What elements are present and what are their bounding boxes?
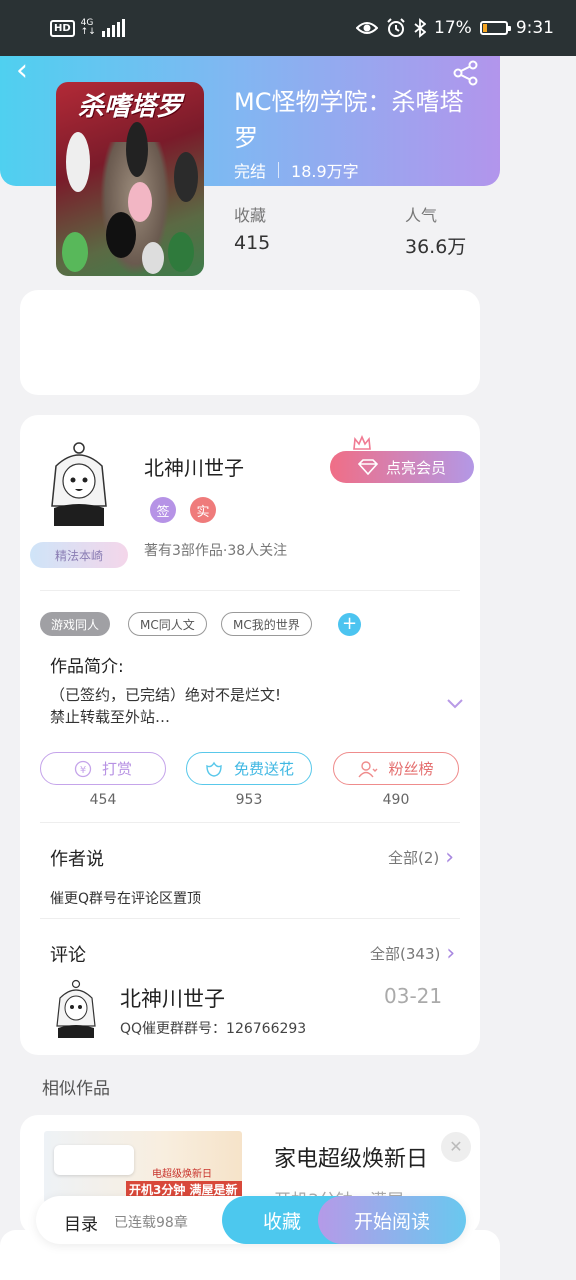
ad-image[interactable]: 电超级焕新日 开机3分钟 满屋是新风: [44, 1131, 242, 1203]
intro-line: （已签约，已完结）绝对不是烂文!: [50, 686, 282, 704]
author-says-more-label: 全部(2): [388, 849, 440, 867]
svg-text:¥: ¥: [80, 765, 86, 776]
status-bar: HD 4G ↑↓ 17% 9:31: [0, 0, 576, 56]
cover-figure: [62, 232, 88, 272]
add-tag-plus-icon[interactable]: +: [338, 613, 361, 636]
send-flower-button[interactable]: 免费送花: [186, 752, 312, 785]
commenter-avatar[interactable]: [52, 978, 100, 1038]
book-title: MC怪物学院：杀嗜塔罗: [234, 88, 464, 152]
intro-text[interactable]: （已签约，已完结）绝对不是烂文! 禁止转载至外站…: [50, 684, 430, 728]
tag-mc-minecraft[interactable]: MC我的世界: [221, 612, 312, 636]
divider: [40, 590, 460, 591]
tag-game-fanfic[interactable]: 游戏同人: [40, 612, 111, 636]
book-cover-image[interactable]: 杀嗜塔罗: [56, 82, 204, 276]
bluetooth-icon: [414, 18, 427, 38]
toc-button[interactable]: 目录: [64, 1210, 98, 1235]
author-works-summary: 著有3部作品·38人关注: [144, 543, 288, 559]
author-name[interactable]: 北神川世子: [144, 452, 244, 481]
flower-icon: [206, 761, 222, 777]
favorites-value: 415: [234, 232, 271, 254]
status-right: 17% 9:31: [356, 18, 554, 38]
author-avatar[interactable]: [44, 436, 114, 526]
cover-figure: [168, 232, 194, 272]
comments-more-label: 全部(343): [370, 945, 441, 963]
battery-percent: 17%: [434, 18, 472, 38]
vip-button[interactable]: 点亮会员: [330, 451, 474, 483]
start-reading-label: 开始阅读: [353, 1210, 430, 1233]
signed-badge: 签: [150, 497, 176, 523]
tip-count: 454: [89, 792, 117, 808]
cover-title: 杀嗜塔罗: [77, 92, 182, 122]
back-arrow-icon[interactable]: ‹: [16, 56, 44, 86]
chevron-right-icon: ›: [446, 940, 456, 966]
crown-icon: [353, 435, 371, 450]
commenter-name[interactable]: 北神川世子: [120, 983, 225, 1013]
fan-ranking-button[interactable]: 粉丝榜: [333, 752, 459, 785]
cover-figure: [66, 132, 90, 192]
start-reading-button[interactable]: 开始阅读: [318, 1196, 466, 1244]
comments-heading: 评论: [50, 945, 86, 966]
close-icon[interactable]: ✕: [441, 1132, 471, 1162]
chevron-right-icon: ›: [445, 844, 455, 870]
divider: [40, 822, 460, 823]
cover-figure: [142, 242, 164, 274]
fan-count: 490: [382, 792, 410, 808]
popularity-label: 人气: [405, 206, 438, 225]
signal-icon: [101, 19, 125, 37]
serial-status: 已连载98章: [114, 1215, 188, 1231]
author-title-tag: 精法本崎: [30, 542, 128, 568]
chevron-down-icon[interactable]: [446, 698, 464, 710]
comment-text[interactable]: QQ催更群群号：126766293: [120, 1018, 306, 1038]
send-flower-label: 免费送花: [233, 760, 294, 778]
meta-divider: [278, 162, 280, 178]
intro-line: 禁止转载至外站…: [50, 708, 171, 726]
divider: [40, 918, 460, 919]
alarm-icon: [387, 18, 405, 37]
air-conditioner-graphic: [54, 1145, 134, 1175]
word-count: 18.9万字: [291, 162, 359, 181]
hd-icon: HD: [50, 19, 75, 37]
ad-image-caption: 电超级焕新日: [152, 1169, 212, 1180]
vip-button-label: 点亮会员: [385, 458, 446, 477]
cover-figure: [106, 212, 136, 258]
eye-icon: [356, 22, 379, 34]
fan-ranking-label: 粉丝榜: [388, 760, 434, 778]
status-left: HD 4G ↑↓: [50, 19, 125, 37]
cover-figure: [128, 182, 152, 222]
yen-icon: ¥: [74, 760, 92, 777]
tag-mc-fanfic[interactable]: MC同人文: [128, 612, 207, 636]
tip-button[interactable]: ¥ 打赏: [40, 752, 166, 785]
author-says-more-link[interactable]: 全部(2) ›: [388, 844, 455, 870]
share-icon[interactable]: [452, 60, 480, 86]
popularity-value: 36.6万: [405, 236, 467, 258]
author-says-heading: 作者说: [50, 849, 104, 870]
favorites-button-label: 收藏: [262, 1210, 301, 1233]
comments-more-link[interactable]: 全部(343) ›: [370, 940, 456, 966]
flower-count: 953: [235, 792, 263, 808]
author-says-text[interactable]: 催更Q群号在评论区置顶: [50, 888, 201, 908]
clock: 9:31: [515, 18, 554, 38]
tip-label: 打赏: [101, 760, 132, 778]
cover-figure: [126, 122, 148, 177]
book-status: 完结: [234, 162, 267, 181]
cover-figure: [174, 152, 198, 202]
comment-date: 03-21: [384, 984, 443, 1008]
book-meta: 完结 18.9万字: [234, 158, 359, 182]
empty-placeholder-card: [20, 290, 480, 395]
verified-badge: 实: [190, 497, 216, 523]
similar-works-heading: 相似作品: [42, 1079, 110, 1099]
network-icon: 4G ↑↓: [80, 18, 96, 37]
favorites-label: 收藏: [234, 206, 267, 225]
diamond-icon: [357, 459, 378, 475]
intro-heading: 作品简介:: [50, 657, 124, 677]
ad-title[interactable]: 家电超级焕新日: [274, 1141, 428, 1173]
fan-rank-icon: [358, 760, 378, 777]
battery-icon: [479, 21, 511, 35]
